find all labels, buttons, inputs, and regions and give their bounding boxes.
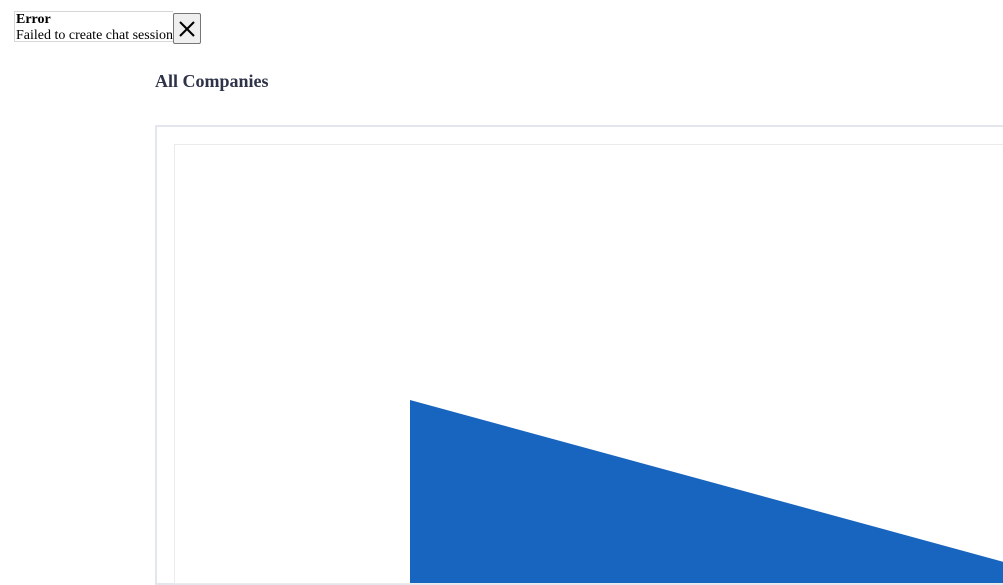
chart-card [155,125,1003,585]
close-error-button[interactable] [173,13,202,44]
chart-svg [410,400,1003,583]
page-title: All Companies [155,71,269,91]
close-icon[interactable] [178,20,196,38]
error-toast: Error Failed to create chat session [14,11,202,44]
error-message: Failed to create chat session [16,28,174,43]
error-title: Error [16,12,51,27]
chart-area [174,144,1003,584]
chart-shape [410,400,1003,583]
error-message-box: Error Failed to create chat session [14,11,174,43]
